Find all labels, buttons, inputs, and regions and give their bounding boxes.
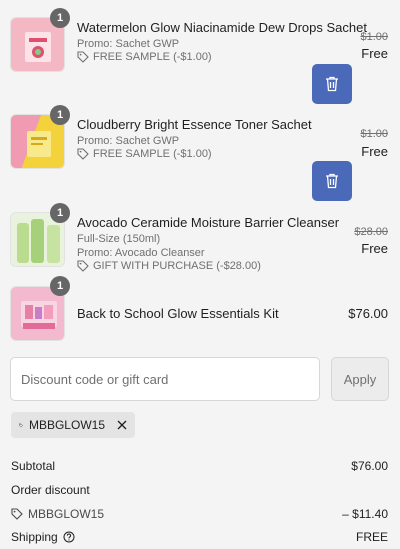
quantity-badge: 1 [50, 105, 70, 125]
item-variant: Full-Size (150ml) [77, 233, 161, 245]
item-discount-tag: FREE SAMPLE (-$1.00) [77, 51, 212, 63]
remove-item-button[interactable] [312, 64, 352, 104]
shipping-label-text: Shipping [11, 530, 58, 544]
tag-icon [11, 508, 23, 520]
apply-button[interactable]: Apply [331, 357, 389, 401]
discount-code-row: MBBGLOW15 [11, 507, 104, 521]
item-tag-label: GIFT WITH PURCHASE (-$28.00) [93, 260, 261, 272]
quantity-badge: 1 [50, 276, 70, 296]
discount-code-input[interactable] [10, 357, 320, 401]
item-promo: Promo: Sachet GWP [77, 38, 180, 50]
trash-icon [326, 173, 338, 189]
item-price: $76.00 [348, 306, 388, 321]
shipping-label: Shipping [11, 530, 75, 544]
tag-icon [77, 51, 89, 63]
item-tag-label: FREE SAMPLE (-$1.00) [93, 51, 212, 63]
item-title: Avocado Ceramide Moisture Barrier Cleans… [77, 215, 340, 230]
item-discount-tag: GIFT WITH PURCHASE (-$28.00) [77, 260, 261, 272]
original-price: $1.00 [360, 128, 388, 140]
shipping-info-button[interactable] [63, 531, 75, 543]
shipping-value: FREE [355, 530, 388, 544]
item-price: Free [361, 241, 388, 256]
original-price: $1.00 [360, 31, 388, 43]
applied-code-label: MBBGLOW15 [28, 418, 105, 432]
gift-tag-icon [77, 260, 89, 272]
remove-code-button[interactable] [117, 420, 127, 430]
close-icon [117, 420, 127, 430]
tag-icon [19, 423, 23, 427]
subtotal-label-text: Subtotal [11, 459, 56, 473]
discount-code-text: MBBGLOW15 [28, 507, 105, 521]
trash-icon [326, 76, 338, 92]
tag-icon [77, 148, 89, 160]
item-promo: Promo: Sachet GWP [77, 135, 180, 147]
item-tag-label: FREE SAMPLE (-$1.00) [93, 148, 212, 160]
original-price: $28.00 [354, 226, 388, 238]
discount-value: – $11.40 [342, 507, 388, 521]
applied-discount-chip: MBBGLOW15 [11, 412, 135, 438]
order-discount-label: Order discount [11, 483, 90, 497]
quantity-badge: 1 [50, 203, 70, 223]
subtotal-label: Subtotal [11, 459, 55, 473]
question-circle-icon [63, 531, 75, 543]
quantity-badge: 1 [50, 8, 70, 28]
remove-item-button[interactable] [312, 161, 352, 201]
order-discount-label-text: Order discount [11, 483, 90, 497]
subtotal-value: $76.00 [351, 459, 388, 473]
item-discount-tag: FREE SAMPLE (-$1.00) [77, 148, 212, 160]
item-price: Free [361, 144, 388, 159]
item-promo: Promo: Avocado Cleanser [77, 247, 205, 259]
item-title: Watermelon Glow Niacinamide Dew Drops Sa… [77, 20, 367, 35]
item-price: Free [361, 46, 388, 61]
item-title: Back to School Glow Essentials Kit [77, 306, 279, 321]
item-title: Cloudberry Bright Essence Toner Sachet [77, 117, 312, 132]
